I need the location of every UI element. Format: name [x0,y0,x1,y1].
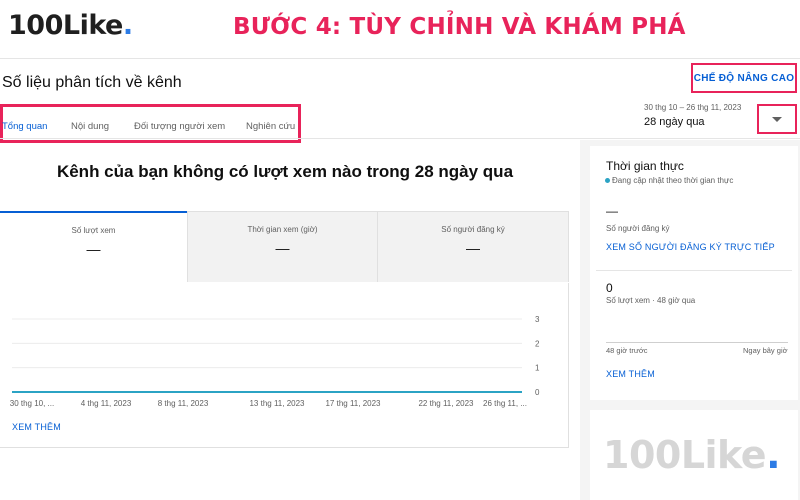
live-dot-icon [605,178,610,183]
metric-views-tab[interactable]: Số lượt xem — [0,211,187,282]
date-period-text[interactable]: 28 ngày qua [644,116,705,128]
tabs-divider [0,138,800,139]
metric-value: — [86,241,101,257]
step-banner: BƯỚC 4: TÙY CHỈNH VÀ KHÁM PHÁ [233,14,686,40]
x-tick-label: 4 thg 11, 2023 [81,399,132,408]
metric-label: Số người đăng ký [441,225,505,234]
realtime-views-label: Số lượt xem · 48 giờ qua [606,296,696,305]
x-tick-label: 22 thg 11, 2023 [418,399,474,408]
views-line-chart: 0 1 2 3 30 thg 10, ... 4 thg 11, 2023 8 thg 11… [10,315,540,408]
tab-content[interactable]: Nội dung [71,121,109,132]
realtime-subscribers-value: — [606,204,618,218]
realtime-see-more-link[interactable]: XEM THÊM [606,369,655,379]
x-tick-label: 30 thg 10, ... [10,399,54,408]
header-divider [0,58,800,59]
advanced-mode-button[interactable]: CHẾ ĐỘ NÂNG CAO [694,73,795,84]
y-tick-label: 2 [535,339,540,348]
tab-audience[interactable]: Đối tượng người xem [134,121,225,132]
x-tick-label: 13 thg 11, 2023 [249,399,305,408]
metric-watch-time-tab[interactable]: Thời gian xem (giờ) — [187,211,377,282]
sidebar-divider [596,270,792,271]
see-more-link[interactable]: XEM THÊM [12,422,61,432]
metric-label: Thời gian xem (giờ) [247,225,318,234]
brand-logo: 100Like. [8,10,133,41]
metric-subscribers-tab[interactable]: Số người đăng ký — [377,211,569,282]
y-tick-label: 3 [535,315,540,324]
live-subscribers-link[interactable]: XEM SỐ NGƯỜI ĐĂNG KÝ TRỰC TIẾP [606,242,775,252]
x-tick-label: 17 thg 11, 2023 [325,399,381,408]
page-title: Số liệu phân tích về kênh [2,74,182,91]
metric-value: — [466,240,480,256]
realtime-title: Thời gian thực [606,159,684,173]
tab-research[interactable]: Nghiên cứu [246,121,295,132]
views-chart-area: 0 1 2 3 30 thg 10, ... 4 thg 11, 2023 8 thg 11… [0,283,569,448]
realtime-mini-chart-baseline [606,342,788,343]
date-dropdown-highlight[interactable] [757,104,797,134]
realtime-axis-left: 48 giờ trước [606,346,648,355]
y-tick-label: 1 [535,364,540,373]
realtime-axis-right: Ngay bây giờ [743,346,788,355]
realtime-status: Đang cập nhật theo thời gian thực [612,176,734,185]
x-tick-label: 26 thg 11, ... [483,399,527,408]
overview-headline: Kênh của bạn không có lượt xem nào trong… [56,162,514,181]
metric-label: Số lượt xem [71,226,116,235]
caret-down-icon[interactable] [772,116,782,122]
advanced-mode-highlight: CHẾ ĐỘ NÂNG CAO [691,63,797,93]
x-tick-label: 8 thg 11, 2023 [158,399,209,408]
realtime-subscribers-label: Số người đăng ký [606,224,670,233]
realtime-views-value: 0 [606,281,613,295]
y-tick-label: 0 [535,388,540,397]
metric-value: — [275,240,290,256]
date-range-text[interactable]: 30 thg 10 – 26 thg 11, 2023 [644,103,741,112]
brand-watermark: 100Like. [603,433,781,477]
tab-overview[interactable]: Tổng quan [2,121,47,132]
